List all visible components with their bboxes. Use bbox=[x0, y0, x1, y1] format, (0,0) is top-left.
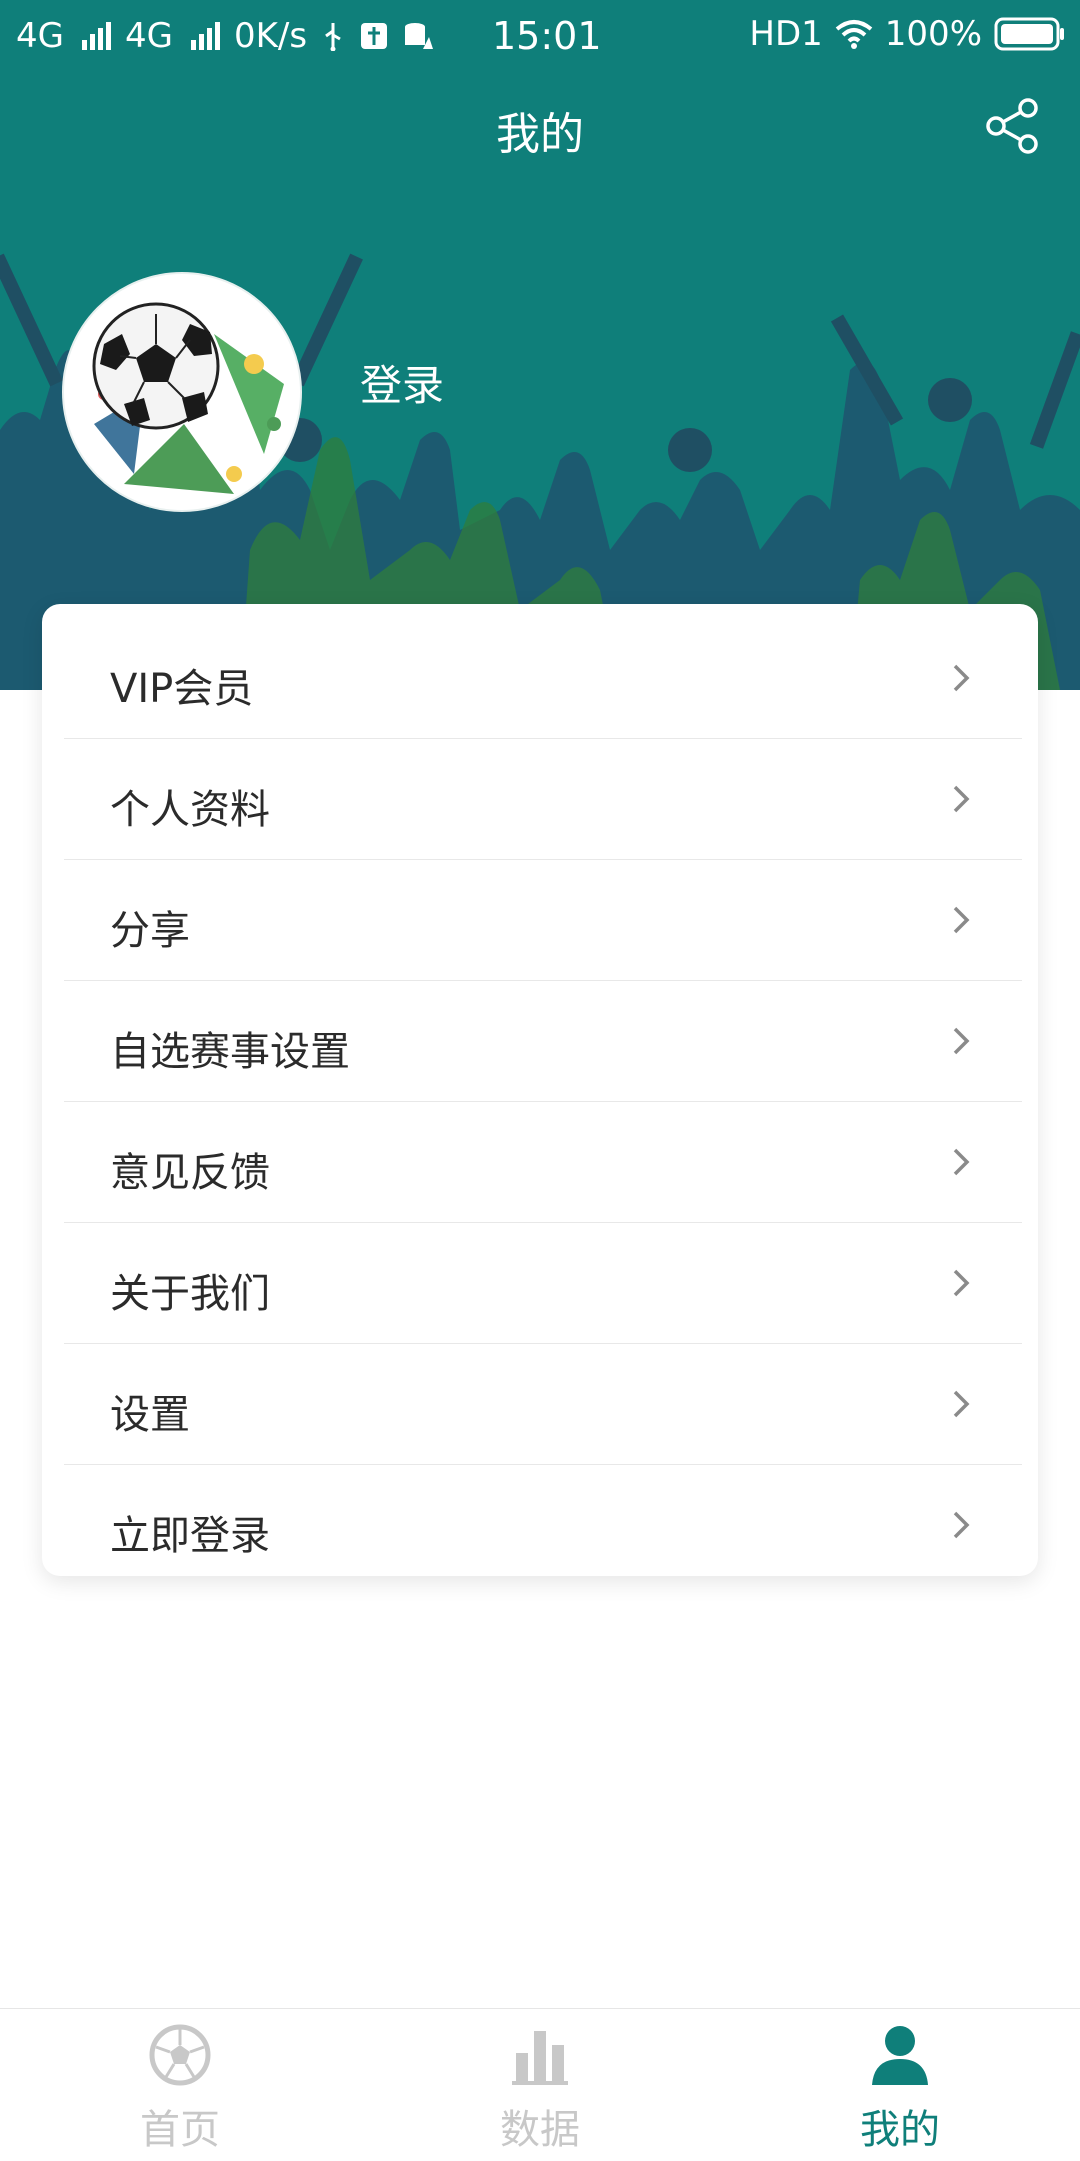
signal-icon-2 bbox=[190, 22, 220, 50]
menu-item-label: 立即登录 bbox=[110, 1513, 270, 1559]
tab-mine-label: 我的 bbox=[860, 2107, 940, 2153]
menu-item-label: 自选赛事设置 bbox=[110, 1029, 350, 1075]
share-button[interactable] bbox=[984, 96, 1044, 156]
status-left: 4G 4G 0K/s bbox=[16, 16, 434, 56]
menu-item-share[interactable]: 分享 bbox=[64, 860, 1022, 981]
menu-list: VIP会员 个人资料 分享 自选赛事设置 意见反馈 关于我们 设置 立即登录 bbox=[64, 618, 1022, 1585]
menu-item-label: 个人资料 bbox=[110, 787, 270, 833]
battery-percent: 100% bbox=[884, 14, 982, 54]
login-link[interactable]: 登录 bbox=[360, 352, 444, 413]
menu-item-vip[interactable]: VIP会员 bbox=[64, 618, 1022, 739]
menu-item-label: 关于我们 bbox=[110, 1271, 270, 1317]
network-label-1: 4G bbox=[16, 16, 64, 56]
menu-item-label: 分享 bbox=[110, 908, 190, 954]
network-speed: 0K/s bbox=[233, 16, 308, 56]
tab-data-label: 数据 bbox=[500, 2107, 580, 2153]
chevron-right-icon bbox=[953, 664, 970, 692]
menu-item-settings[interactable]: 设置 bbox=[64, 1344, 1022, 1465]
menu-item-match-settings[interactable]: 自选赛事设置 bbox=[64, 981, 1022, 1102]
menu-item-profile[interactable]: 个人资料 bbox=[64, 739, 1022, 860]
menu-item-label: 意见反馈 bbox=[110, 1150, 270, 1196]
status-right: HD1 100% bbox=[749, 14, 1066, 54]
menu-item-login-now[interactable]: 立即登录 bbox=[64, 1465, 1022, 1585]
soccer-ball-icon bbox=[149, 2024, 211, 2086]
wifi-icon bbox=[835, 20, 873, 49]
bar-chart-icon bbox=[512, 2031, 568, 2085]
network-label-2: 4G bbox=[124, 16, 173, 56]
chevron-right-icon bbox=[953, 1269, 970, 1297]
hd-label: HD1 bbox=[749, 14, 823, 54]
status-bar: 4G 4G 0K/s 15:01 HD1 100% bbox=[0, 0, 1080, 72]
menu-item-label: VIP会员 bbox=[110, 666, 254, 712]
soccer-ball-icon bbox=[92, 302, 284, 494]
tab-home-label: 首页 bbox=[140, 2107, 220, 2153]
profile-header: 4G 4G 0K/s 15:01 HD1 100% 我的 登录 bbox=[0, 0, 1080, 690]
chevron-right-icon bbox=[953, 1511, 970, 1539]
page-title: 我的 bbox=[496, 109, 584, 160]
signal-icon bbox=[81, 22, 111, 50]
status-time: 15:01 bbox=[492, 14, 602, 58]
chevron-right-icon bbox=[953, 785, 970, 813]
menu-item-feedback[interactable]: 意见反馈 bbox=[64, 1102, 1022, 1223]
usb-icon bbox=[325, 23, 341, 51]
tab-home[interactable]: 首页 bbox=[0, 2009, 360, 2161]
tab-data[interactable]: 数据 bbox=[360, 2009, 720, 2161]
chevron-right-icon bbox=[953, 906, 970, 934]
menu-card: VIP会员 个人资料 分享 自选赛事设置 意见反馈 关于我们 设置 立即登录 bbox=[42, 604, 1038, 1576]
title-bar: 我的 bbox=[0, 92, 1080, 162]
storage-warning-icon bbox=[405, 23, 434, 49]
usb-debug-icon bbox=[361, 23, 388, 49]
battery-icon bbox=[994, 17, 1064, 51]
tab-mine[interactable]: 我的 bbox=[720, 2009, 1080, 2161]
menu-item-about[interactable]: 关于我们 bbox=[64, 1223, 1022, 1344]
chevron-right-icon bbox=[953, 1027, 970, 1055]
chevron-right-icon bbox=[953, 1390, 970, 1418]
avatar[interactable] bbox=[62, 272, 302, 512]
chevron-right-icon bbox=[953, 1148, 970, 1176]
share-icon bbox=[986, 98, 1038, 154]
bottom-nav: 首页 数据 我的 bbox=[0, 2008, 1080, 2161]
person-icon bbox=[872, 2026, 928, 2085]
menu-item-label: 设置 bbox=[110, 1392, 190, 1438]
